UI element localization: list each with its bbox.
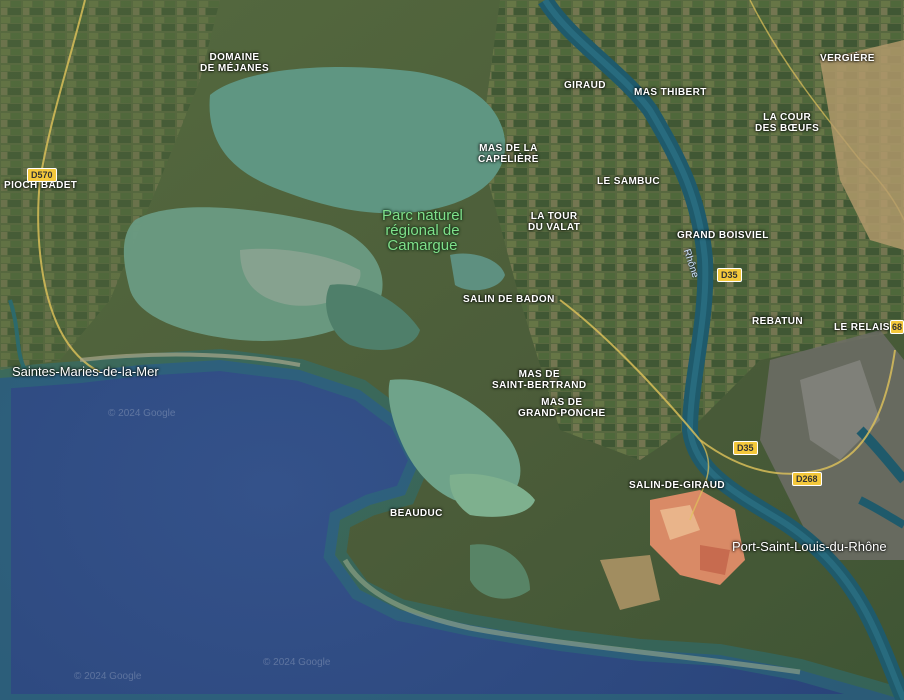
town-saintes-maries-de-la-mer[interactable]: Saintes-Maries-de-la-Mer [12, 364, 159, 379]
google-watermark: © 2024 Google [263, 657, 331, 668]
place-la-cour-des-boeufs[interactable]: LA COUR DES BŒUFS [755, 112, 819, 134]
place-giraud[interactable]: GIRAUD [564, 80, 606, 91]
place-grand-boisviel[interactable]: GRAND BOISVIEL [677, 230, 769, 241]
place-le-relais[interactable]: LE RELAIS [834, 322, 890, 333]
town-port-saint-louis-du-rhone[interactable]: Port-Saint-Louis-du-Rhône [732, 539, 887, 554]
google-watermark: © 2024 Google [108, 408, 176, 419]
google-watermark: © 2024 Google [74, 671, 142, 682]
place-beauduc[interactable]: BEAUDUC [390, 508, 443, 519]
place-vergiere[interactable]: VERGIÈRE [820, 53, 875, 64]
road-badge-d35: D35 [717, 268, 742, 282]
map-imagery [0, 0, 904, 700]
place-salin-de-giraud[interactable]: SALIN-DE-GIRAUD [629, 480, 725, 491]
place-salin-de-badon[interactable]: SALIN DE BADON [463, 294, 555, 305]
satellite-map[interactable]: Parc naturel régional de Camargue DOMAINE D… [0, 0, 904, 700]
park-label-camargue[interactable]: Parc naturel régional de Camargue [382, 208, 463, 253]
road-badge-d570: D570 [27, 168, 57, 182]
road-badge-d35: D35 [733, 441, 758, 455]
place-mas-de-grand-ponche[interactable]: MAS DE GRAND-PONCHE [518, 397, 606, 419]
place-domaine-de-mejanes[interactable]: DOMAINE DE MÉJANES [200, 52, 269, 74]
road-badge-d268-edge: 68 [890, 320, 904, 334]
place-mas-de-la-capeliere[interactable]: MAS DE LA CAPELIÈRE [478, 143, 539, 165]
place-mas-de-saint-bertrand[interactable]: MAS DE SAINT-BERTRAND [492, 369, 587, 391]
place-le-sambuc[interactable]: LE SAMBUC [597, 176, 660, 187]
place-mas-thibert[interactable]: MAS THIBERT [634, 87, 707, 98]
place-rebatun[interactable]: REBATUN [752, 316, 803, 327]
place-la-tour-du-valat[interactable]: LA TOUR DU VALAT [528, 211, 580, 233]
road-badge-d268: D268 [792, 472, 822, 486]
